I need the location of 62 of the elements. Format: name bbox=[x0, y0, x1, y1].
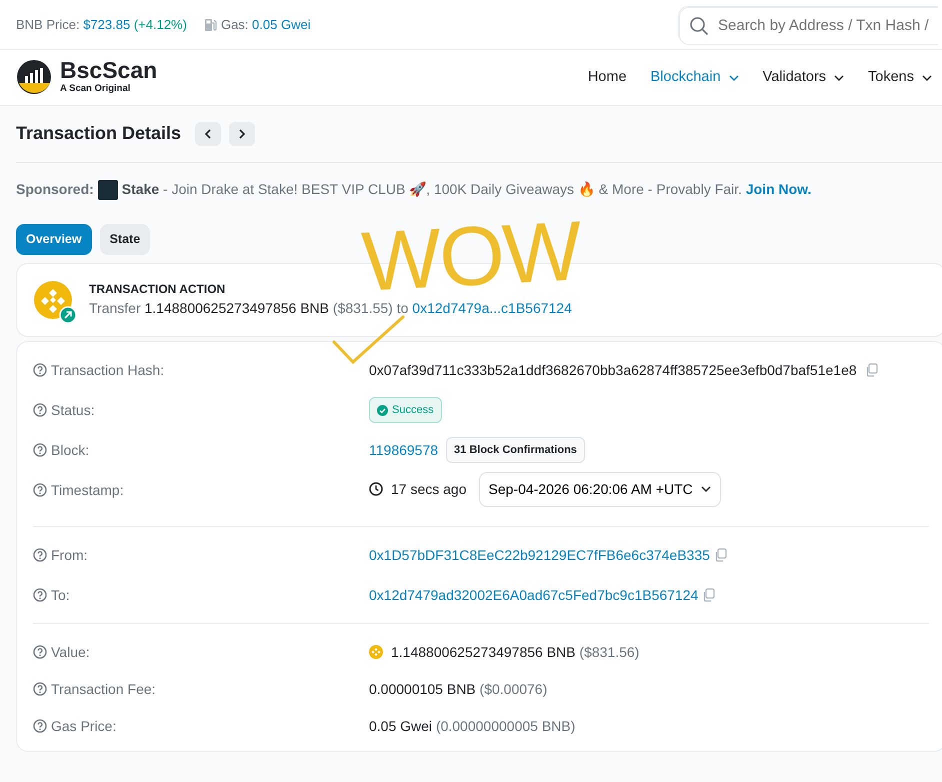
help-icon bbox=[33, 443, 47, 458]
help-icon bbox=[33, 588, 47, 602]
address-link[interactable]: 0x1D57bDF31C8EeC22b92129EC7fFB6e6c374eB335 bbox=[369, 544, 710, 566]
bnb-coin-icon bbox=[369, 645, 383, 660]
field-label: Transaction Hash: bbox=[51, 360, 164, 380]
chevron-left-icon bbox=[204, 129, 212, 139]
help-icon bbox=[33, 719, 47, 734]
stake-logo-icon bbox=[98, 180, 118, 200]
logo-tagline: A Scan Original bbox=[60, 82, 132, 96]
help-icon bbox=[33, 483, 47, 498]
address-link[interactable]: 0x12d7479a...c1B567124 bbox=[412, 300, 572, 316]
gas-text: Gas: 0.05 Gwei bbox=[220, 16, 311, 34]
chevron-right-icon bbox=[238, 129, 246, 139]
clock-icon bbox=[369, 482, 383, 496]
tab[interactable]: State bbox=[100, 224, 150, 255]
tab[interactable]: Overview bbox=[16, 224, 92, 255]
help-icon bbox=[33, 645, 47, 660]
previous-button[interactable] bbox=[195, 122, 222, 146]
success-badge: Success bbox=[369, 396, 442, 424]
help-icon bbox=[33, 682, 47, 696]
page-title: Transaction Details bbox=[16, 123, 182, 145]
join-now-link[interactable]: Join Now. bbox=[746, 181, 812, 197]
field-label: Gas Price: bbox=[51, 716, 116, 736]
next-button[interactable] bbox=[229, 122, 256, 146]
field-label: To: bbox=[51, 586, 70, 605]
help-icon bbox=[33, 403, 47, 418]
field-label: Value: bbox=[51, 642, 90, 662]
gas-pump-icon bbox=[202, 18, 217, 32]
chevron-down-icon bbox=[700, 486, 711, 492]
nav-link[interactable]: Home bbox=[588, 66, 627, 88]
price-text: BNB Price: $723.85 (+4.12%) bbox=[16, 16, 187, 34]
nav-link[interactable]: Validators bbox=[762, 66, 844, 88]
field-label: Timestamp: bbox=[51, 480, 124, 500]
confirmations-badge: 31 Block Confirmations bbox=[446, 436, 585, 464]
field-label: Block: bbox=[51, 440, 90, 460]
amount-value: 0.00000105 BNB ($0.00076) bbox=[369, 680, 548, 699]
hash-value: 0x07af39d711c333b52a1ddf3682670bb3a62874ff385725ee3efb0d7baf51e1e8 bbox=[369, 360, 857, 380]
action-text: Transfer 1.148800625273497856 BNB ($831.55) to 0x12d7479a...c1B567124 bbox=[89, 299, 572, 318]
logo-text: BscScan bbox=[60, 59, 158, 82]
sponsored-label: Sponsored: bbox=[16, 180, 94, 199]
help-icon bbox=[33, 548, 47, 562]
action-title: TRANSACTION ACTION bbox=[89, 281, 226, 298]
logo-icon bbox=[16, 59, 52, 96]
check-circle-icon bbox=[377, 404, 388, 416]
help-icon bbox=[33, 363, 47, 378]
copy-icon bbox=[864, 363, 879, 378]
field-label: From: bbox=[51, 546, 88, 565]
copy-icon bbox=[702, 588, 716, 602]
field-label: Status: bbox=[51, 400, 95, 420]
address-link[interactable]: 0x12d7479ad32002E6A0ad67c5Fed7bc9c1B567124 bbox=[369, 584, 698, 606]
search-field[interactable]: Search by Address / Txn Hash / bbox=[679, 6, 938, 44]
handwritten-annotation: WOW bbox=[360, 220, 582, 292]
sponsor-text: Stake - Join Drake at Stake! BEST VIP CLUB 🚀, 100K Daily Giveaways 🔥 & More - Provably Fair. Join Now. bbox=[122, 180, 812, 199]
age-text: 17 secs ago bbox=[391, 480, 466, 499]
amount-value: 1.148800625273497856 BNB ($831.56) bbox=[391, 642, 640, 662]
nav-link[interactable]: Blockchain bbox=[650, 66, 739, 88]
copy-icon bbox=[714, 548, 728, 562]
amount-value: 0.05 Gwei (0.00000000005 BNB) bbox=[369, 716, 576, 736]
field-label: Transaction Fee: bbox=[51, 680, 156, 699]
nav-link[interactable]: Tokens bbox=[868, 66, 932, 88]
block-link[interactable]: 119869578 bbox=[369, 440, 438, 460]
timestamp-dropdown[interactable]: Sep-04-2026 06:20:06 AM +UTC bbox=[478, 472, 721, 507]
